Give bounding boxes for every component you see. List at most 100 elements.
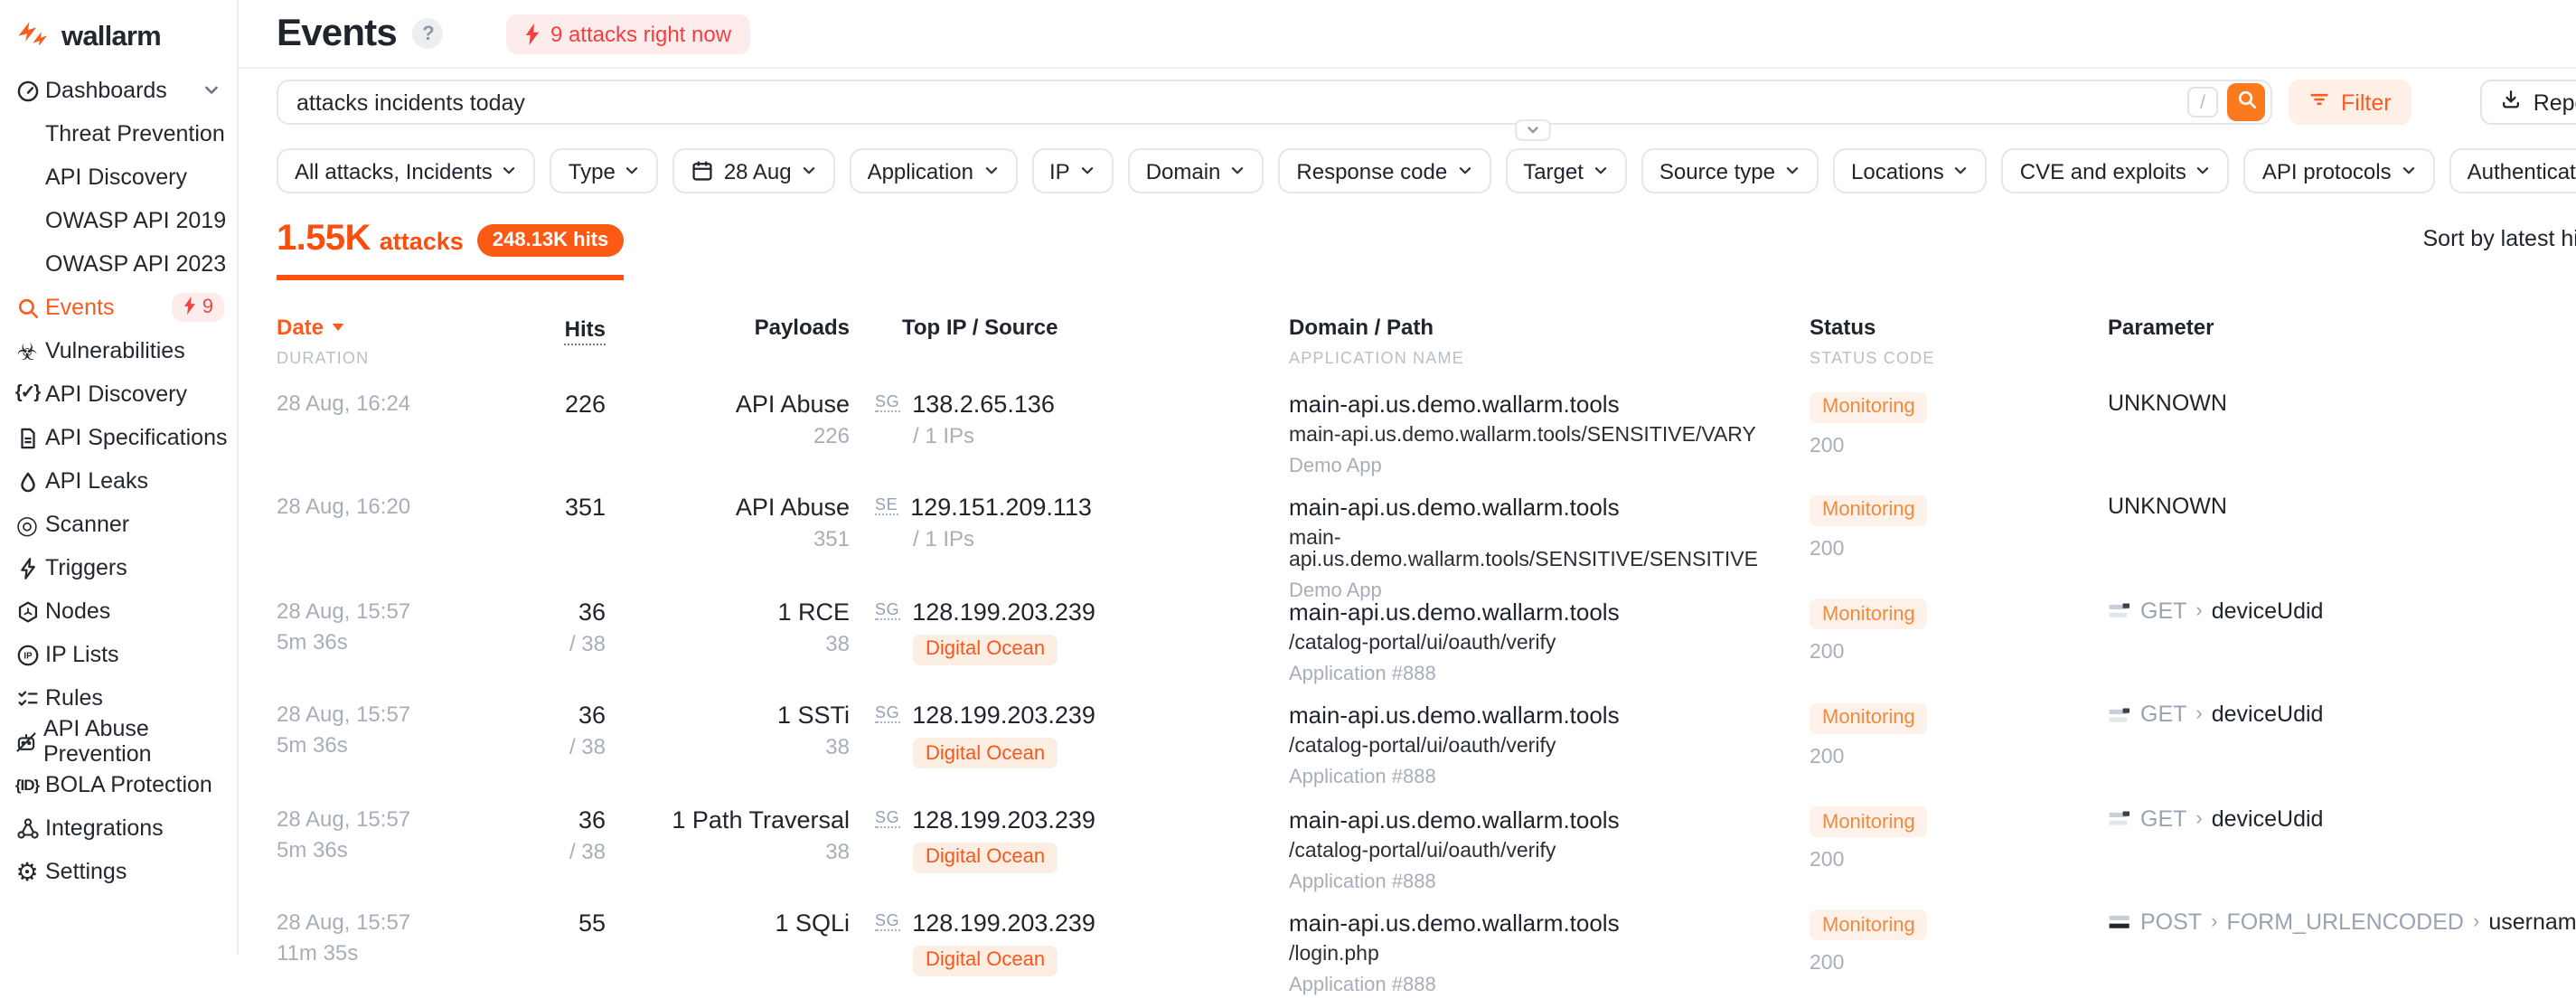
column-subheader-application-name: APPLICATION NAME <box>1289 349 1810 367</box>
sidebar-item-api-specifications[interactable]: API Specifications <box>0 416 237 459</box>
search-bar[interactable]: / <box>277 80 2272 125</box>
event-ip-cell: SG128.199.203.239Digital Ocean <box>850 593 1289 697</box>
event-domain[interactable]: main-api.us.demo.wallarm.tools <box>1289 391 1810 418</box>
event-domain[interactable]: main-api.us.demo.wallarm.tools <box>1289 495 1810 522</box>
event-status-cell: Monitoring200 <box>1810 800 2108 904</box>
event-status-code: 200 <box>1810 954 2108 975</box>
download-icon <box>2501 89 2523 116</box>
chevron-down-icon <box>1593 163 1609 179</box>
event-hits: 351 <box>475 495 606 522</box>
filter-chip-label: 28 Aug <box>724 158 792 184</box>
filter-chip-28-aug[interactable]: 28 Aug <box>673 148 835 193</box>
wallarm-logo[interactable]: wallarm <box>0 16 237 69</box>
filter-chip-cve-and-exploits[interactable]: CVE and exploits <box>2002 148 2230 193</box>
parameter-location: GET <box>2140 598 2186 624</box>
event-payload-type: API Abuse <box>606 391 850 418</box>
event-row[interactable]: 28 Aug, 16:24226API Abuse226SG138.2.65.1… <box>277 385 2576 489</box>
event-row[interactable]: 28 Aug, 15:575m 36s36/ 381 Path Traversa… <box>277 800 2576 904</box>
filter-chip-locations[interactable]: Locations <box>1833 148 1988 193</box>
parameter-name: UNKNOWN <box>2108 495 2227 520</box>
filter-chip-api-protocols[interactable]: API protocols <box>2244 148 2435 193</box>
attacks-tab[interactable]: 1.55K attacks 248.13K hits <box>277 219 623 280</box>
sidebar-item-api-leaks[interactable]: API Leaks <box>0 459 237 503</box>
event-domain[interactable]: main-api.us.demo.wallarm.tools <box>1289 909 1810 937</box>
chevron-down-icon <box>1953 163 1970 179</box>
sidebar-item-rules[interactable]: Rules <box>0 676 237 720</box>
event-row[interactable]: 28 Aug, 15:575m 36s36/ 381 SSTi38SG128.1… <box>277 696 2576 800</box>
column-header-domain-path: Domain / Path <box>1289 315 1810 340</box>
event-top-ip[interactable]: 128.199.203.239 <box>912 702 1095 729</box>
event-domain[interactable]: main-api.us.demo.wallarm.tools <box>1289 598 1810 626</box>
collapse-filters-button[interactable] <box>1515 119 1551 141</box>
sidebar-item-vulnerabilities[interactable]: ☣Vulnerabilities <box>0 329 237 372</box>
country-code-badge: SG <box>875 911 899 931</box>
event-parameter-cell: GET›deviceUdid <box>2108 593 2576 697</box>
status-badge: Monitoring <box>1810 806 1928 837</box>
event-domain[interactable]: main-api.us.demo.wallarm.tools <box>1289 805 1810 833</box>
filter-chip-type[interactable]: Type <box>550 148 659 193</box>
event-top-ip[interactable]: 128.199.203.239 <box>912 598 1095 626</box>
sidebar-item-integrations[interactable]: Integrations <box>0 806 237 850</box>
event-ip-line: SG138.2.65.136 <box>875 391 1289 418</box>
sidebar-item-owasp-api-2023[interactable]: OWASP API 2023 <box>0 242 237 286</box>
event-parameter-cell: GET›deviceUdid <box>2108 800 2576 904</box>
event-status-code: 200 <box>1810 539 2108 561</box>
event-hits: 36 <box>475 598 606 626</box>
sidebar-item-api-abuse-prevention[interactable]: API Abuse Prevention <box>0 720 237 763</box>
attacks-alert-badge[interactable]: 9 attacks right now <box>507 14 749 53</box>
filter-chip-authentication[interactable]: Authentication <box>2449 148 2576 193</box>
sidebar-item-ip-lists[interactable]: IPIP Lists <box>0 633 237 676</box>
event-top-ip[interactable]: 129.151.209.113 <box>910 495 1092 522</box>
event-top-ip[interactable]: 138.2.65.136 <box>912 391 1055 418</box>
chevron-down-icon <box>625 163 641 179</box>
event-date: 28 Aug, 15:57 <box>277 909 475 935</box>
sidebar-item-settings[interactable]: ⚙Settings <box>0 850 237 893</box>
sidebar-item-dashboards[interactable]: Dashboards <box>0 69 237 112</box>
report-button[interactable]: Report <box>2481 80 2576 125</box>
sidebar-item-nodes[interactable]: Nodes <box>0 589 237 633</box>
event-domain[interactable]: main-api.us.demo.wallarm.tools <box>1289 702 1810 729</box>
sidebar-item-triggers[interactable]: Triggers <box>0 546 237 589</box>
filter-chip-all-attacks-incidents[interactable]: All attacks, Incidents <box>277 148 536 193</box>
event-row[interactable]: 28 Aug, 16:20351API Abuse351SE129.151.20… <box>277 489 2576 593</box>
filter-chip-target[interactable]: Target <box>1505 148 1627 193</box>
filter-chip-response-code[interactable]: Response code <box>1278 148 1490 193</box>
sidebar-item-label: OWASP API 2023 <box>45 251 226 277</box>
filter-chip-label: Application <box>868 158 973 184</box>
event-payload-type: 1 SQLi <box>606 909 850 937</box>
sidebar-item-api-discovery[interactable]: API Discovery <box>0 155 237 199</box>
filter-button[interactable]: Filter <box>2289 80 2411 125</box>
filter-chip-source-type[interactable]: Source type <box>1641 148 1819 193</box>
event-top-ip[interactable]: 128.199.203.239 <box>912 805 1095 833</box>
event-path: main-api.us.demo.wallarm.tools/SENSITIVE… <box>1289 529 1810 572</box>
event-hits-total: / 38 <box>475 838 606 863</box>
sidebar-item-owasp-api-2019[interactable]: OWASP API 2019 <box>0 199 237 242</box>
filter-chip-application[interactable]: Application <box>850 148 1017 193</box>
search-button[interactable] <box>2227 83 2265 121</box>
sidebar-item-scanner[interactable]: ◎Scanner <box>0 503 237 546</box>
help-icon[interactable]: ? <box>413 18 444 49</box>
sidebar-item-api-discovery[interactable]: {✓}API Discovery <box>0 372 237 416</box>
event-hits-cell: 351 <box>475 489 606 603</box>
filter-chip-domain[interactable]: Domain <box>1128 148 1264 193</box>
column-header-payloads: Payloads <box>606 315 850 340</box>
ip-circle-icon: IP <box>14 643 40 666</box>
event-date: 28 Aug, 16:20 <box>277 495 475 520</box>
chevron-down-icon <box>1229 163 1246 179</box>
sidebar-item-bola-protection[interactable]: {ID}BOLA Protection <box>0 763 237 806</box>
chevron-separator-icon: › <box>2473 911 2479 933</box>
event-hits: 36 <box>475 702 606 729</box>
event-hits-total: / 38 <box>475 631 606 656</box>
filter-chip-ip[interactable]: IP <box>1031 148 1114 193</box>
column-header-date[interactable]: Date <box>277 315 475 340</box>
status-badge: Monitoring <box>1810 599 1928 630</box>
sidebar-item-threat-prevention[interactable]: Threat Prevention <box>0 112 237 155</box>
search-input[interactable] <box>296 89 2187 115</box>
sidebar-item-events[interactable]: Events9 <box>0 286 237 329</box>
event-top-ip[interactable]: 128.199.203.239 <box>912 909 1095 937</box>
column-header-hits[interactable]: Hits <box>565 316 606 345</box>
alert-badge-label: 9 attacks right now <box>550 21 731 46</box>
event-row[interactable]: 28 Aug, 15:575m 36s36/ 381 RCE38SG128.19… <box>277 593 2576 697</box>
parameter-location: POST <box>2140 909 2202 935</box>
event-row[interactable]: 28 Aug, 15:5711m 35s551 SQLiSG128.199.20… <box>277 904 2576 1008</box>
